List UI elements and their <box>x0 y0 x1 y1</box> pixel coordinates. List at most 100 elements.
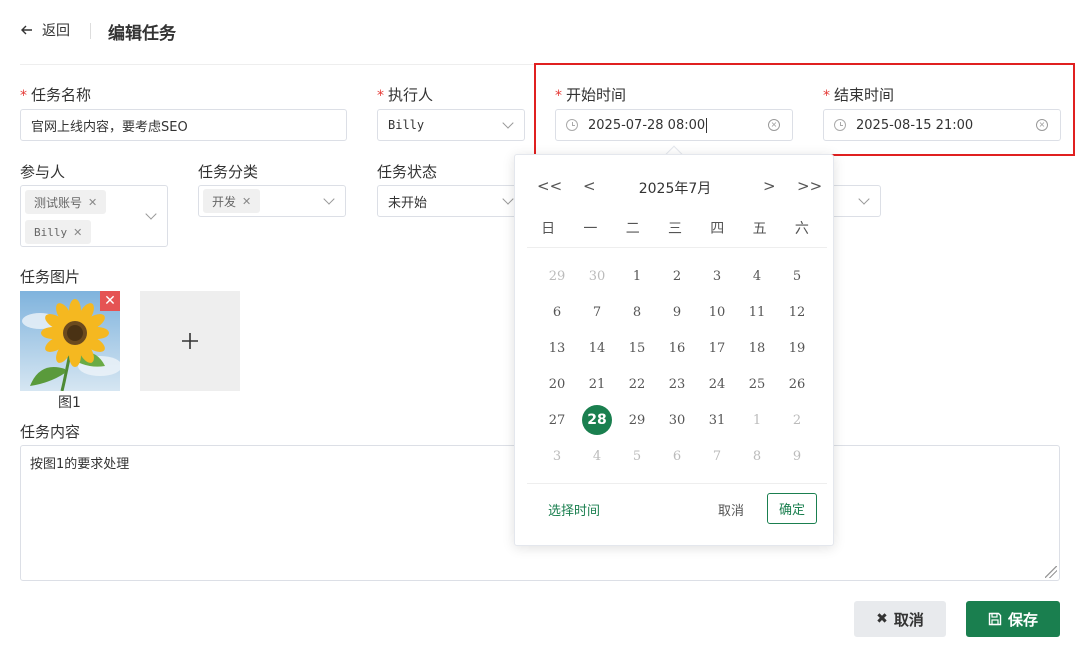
close-icon[interactable]: ✕ <box>88 196 97 209</box>
task-image-thumb[interactable]: ✕ <box>20 291 120 391</box>
upload-image-button[interactable] <box>140 291 240 391</box>
category-label: 任务分类 <box>198 163 259 181</box>
cancel-label: 取消 <box>893 610 924 629</box>
calendar-day[interactable]: 2 <box>777 402 817 438</box>
calendar-day[interactable]: 5 <box>777 258 817 294</box>
calendar-day[interactable]: 17 <box>697 330 737 366</box>
calendar-day[interactable]: 12 <box>777 294 817 330</box>
participant-tag: Billy ✕ <box>25 220 92 244</box>
day-number: 5 <box>632 448 642 464</box>
calendar-day[interactable]: 9 <box>657 294 697 330</box>
day-number: 30 <box>668 412 686 428</box>
page-title: 编辑任务 <box>108 24 176 44</box>
calendar-day[interactable]: 19 <box>777 330 817 366</box>
calendar-day[interactable]: 7 <box>697 438 737 474</box>
calendar-day[interactable]: 29 <box>617 402 657 438</box>
next-year-button[interactable]: >> <box>797 177 822 195</box>
calendar-day[interactable]: 10 <box>697 294 737 330</box>
calendar-day-selected[interactable]: 28 <box>577 402 617 438</box>
chevron-down-icon <box>502 193 514 205</box>
back-link[interactable]: 返回 <box>20 20 70 40</box>
calendar-confirm-button[interactable]: 确定 <box>767 493 817 524</box>
day-number: 4 <box>592 448 602 464</box>
calendar-day[interactable]: 7 <box>577 294 617 330</box>
calendar-day[interactable]: 27 <box>537 402 577 438</box>
calendar-day[interactable]: 22 <box>617 366 657 402</box>
next-month-button[interactable]: > <box>763 177 776 195</box>
header-divider <box>90 23 91 39</box>
weekday-label: 一 <box>583 221 598 237</box>
weekday-label: 日 <box>541 221 556 237</box>
calendar-day[interactable]: 14 <box>577 330 617 366</box>
chevron-down-icon <box>323 193 335 205</box>
calendar-day[interactable]: 5 <box>617 438 657 474</box>
close-icon[interactable]: ✕ <box>242 195 251 208</box>
day-number: 6 <box>672 448 682 464</box>
image-caption: 图1 <box>58 395 81 411</box>
calendar-day[interactable]: 15 <box>617 330 657 366</box>
select-time-link[interactable]: 选择时间 <box>548 500 600 519</box>
calendar-day[interactable]: 25 <box>737 366 777 402</box>
day-number: 16 <box>668 340 686 356</box>
remove-image-button[interactable]: ✕ <box>100 291 120 311</box>
calendar-day[interactable]: 6 <box>537 294 577 330</box>
calendar-day[interactable]: 2 <box>657 258 697 294</box>
calendar-day[interactable]: 3 <box>697 258 737 294</box>
close-icon[interactable]: ✕ <box>73 226 82 239</box>
calendar-footer-divider <box>527 483 827 484</box>
content-label: 任务内容 <box>20 423 81 441</box>
close-icon: ✖ <box>876 611 888 627</box>
calendar-day[interactable]: 30 <box>577 258 617 294</box>
calendar-day[interactable]: 23 <box>657 366 697 402</box>
date-picker-popup: << < 2025年7月 > >> 日一二三四五六 29 30 1 2 3 4 5 6 7 8 9 1… <box>514 154 834 546</box>
day-number: 6 <box>552 304 562 320</box>
weekday-label: 六 <box>794 221 809 237</box>
calendar-day[interactable]: 1 <box>737 402 777 438</box>
calendar-day[interactable]: 26 <box>777 366 817 402</box>
calendar-day[interactable]: 4 <box>577 438 617 474</box>
calendar-day[interactable]: 11 <box>737 294 777 330</box>
calendar-cancel-button[interactable]: 取消 <box>718 500 744 519</box>
cancel-button[interactable]: ✖ 取消 <box>854 601 946 637</box>
plus-icon <box>182 333 198 349</box>
calendar-day[interactable]: 3 <box>537 438 577 474</box>
calendar-day[interactable]: 8 <box>617 294 657 330</box>
participants-select[interactable]: 测试账号 ✕ Billy ✕ <box>20 185 168 247</box>
day-number: 4 <box>752 268 762 284</box>
calendar-day[interactable]: 21 <box>577 366 617 402</box>
tag-label: Billy <box>34 225 68 239</box>
calendar-grid: 29 30 1 2 3 4 5 6 7 8 9 10 11 12 13 14 15 16 17 18 19 20 21 22 2… <box>537 258 817 474</box>
content-value: 按图1的要求处理 <box>30 457 130 472</box>
save-button[interactable]: 保存 <box>966 601 1060 637</box>
task-name-input[interactable]: 官网上线内容，要考虑SEO <box>20 109 347 141</box>
calendar-day[interactable]: 16 <box>657 330 697 366</box>
calendar-day[interactable]: 20 <box>537 366 577 402</box>
day-number: 7 <box>712 448 722 464</box>
calendar-day[interactable]: 30 <box>657 402 697 438</box>
participants-label: 参与人 <box>20 163 66 181</box>
day-number: 17 <box>708 340 726 356</box>
calendar-day[interactable]: 18 <box>737 330 777 366</box>
calendar-day[interactable]: 6 <box>657 438 697 474</box>
day-number: 29 <box>628 412 646 428</box>
weekday-label: 二 <box>625 221 640 237</box>
calendar-day[interactable]: 8 <box>737 438 777 474</box>
day-number: 22 <box>628 376 646 392</box>
resize-handle[interactable] <box>1045 566 1057 578</box>
assignee-select[interactable]: Billy <box>377 109 525 141</box>
day-number: 29 <box>548 268 566 284</box>
calendar-day[interactable]: 1 <box>617 258 657 294</box>
calendar-day[interactable]: 13 <box>537 330 577 366</box>
calendar-day[interactable]: 9 <box>777 438 817 474</box>
calendar-day[interactable]: 31 <box>697 402 737 438</box>
day-number: 5 <box>792 268 802 284</box>
task-name-value: 官网上线内容，要考虑SEO <box>31 119 188 135</box>
calendar-day[interactable]: 29 <box>537 258 577 294</box>
category-select[interactable]: 开发 ✕ <box>198 185 346 217</box>
task-name-label: * 任务名称 <box>20 86 92 104</box>
day-number: 2 <box>672 268 682 284</box>
tag-label: 开发 <box>212 194 237 209</box>
calendar-day[interactable]: 4 <box>737 258 777 294</box>
calendar-day[interactable]: 24 <box>697 366 737 402</box>
status-select[interactable]: 未开始 <box>377 185 525 217</box>
